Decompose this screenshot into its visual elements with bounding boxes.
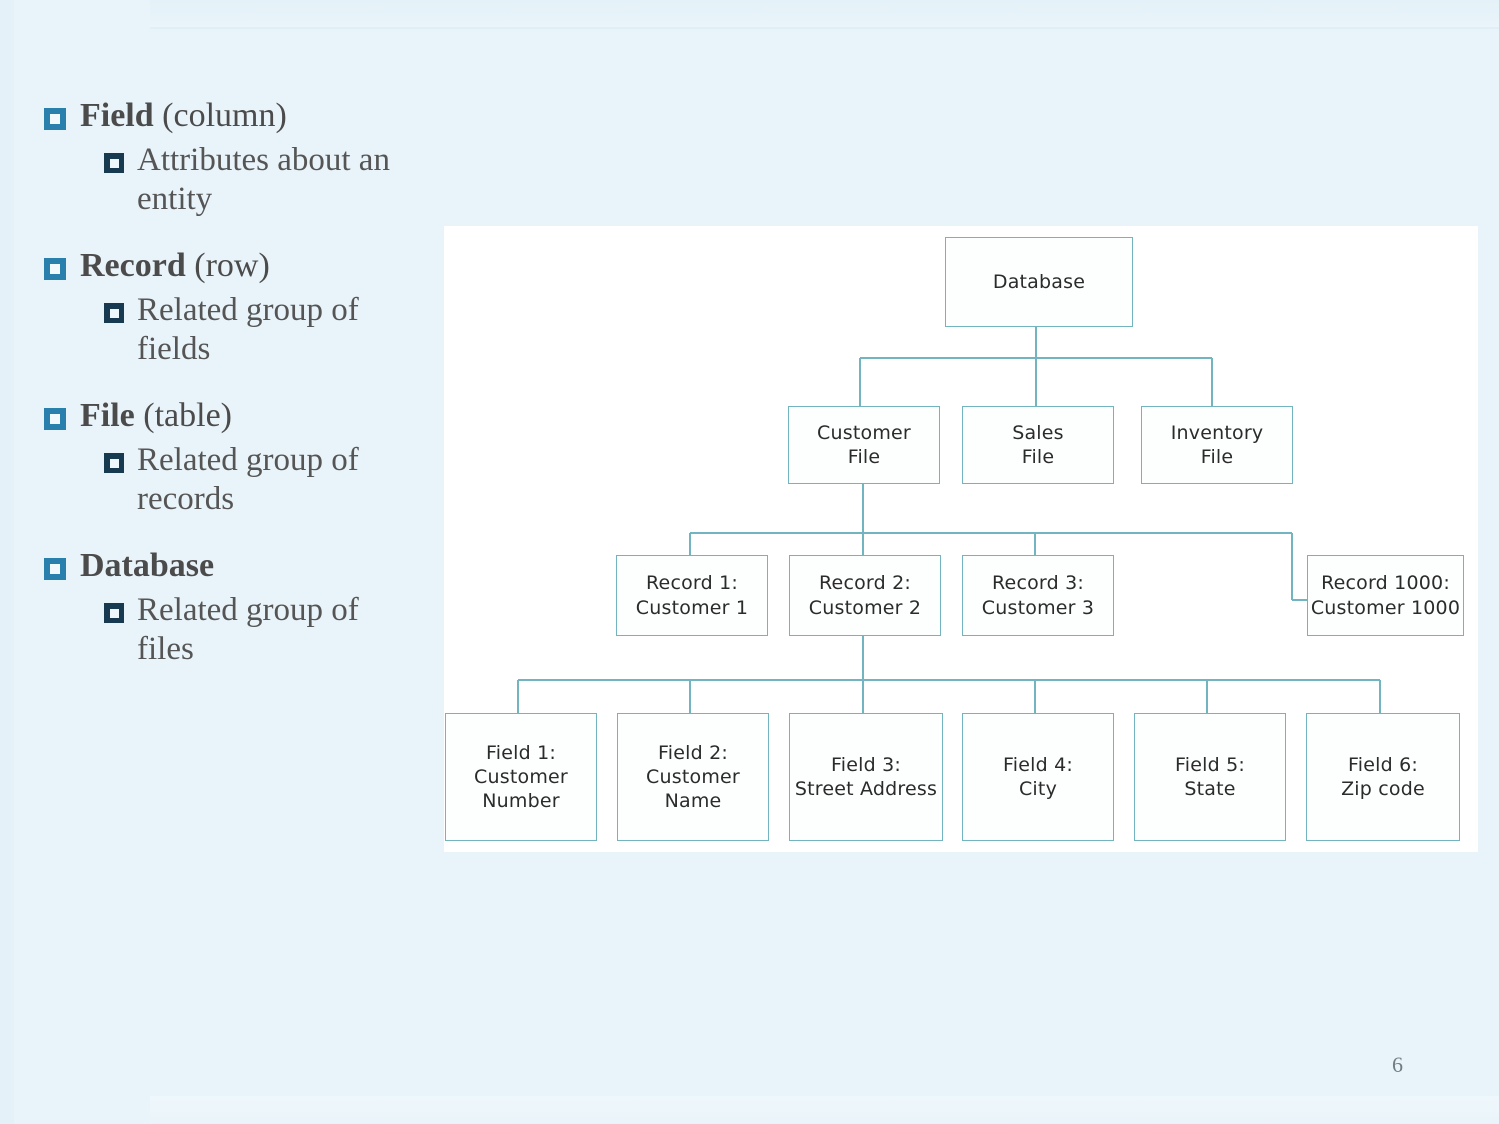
slide-top-divider [150, 27, 1499, 29]
bullet-field-term: Field [80, 97, 154, 134]
bullet-file-qualifier: (table) [134, 396, 232, 434]
diagram-node-field-3: Field 3: Street Address [789, 713, 943, 841]
diagram-node-field-2: Field 2: Customer Name [617, 713, 769, 841]
diagram-node-field-3-line2: Street Address [794, 778, 938, 800]
bullet-file: File (table) [44, 396, 444, 435]
diagram-node-record-1: Record 1: Customer 1 [616, 555, 768, 636]
diagram-node-customer-file-line1: Customer [817, 421, 911, 444]
slide-top-band [150, 0, 1499, 28]
diagram-node-field-4-line1: Field 4: [1003, 753, 1073, 776]
diagram-node-database: Database [945, 237, 1133, 327]
diagram-node-record-2-line2: Customer 2 [808, 596, 922, 619]
diagram-node-field-6: Field 6: Zip code [1306, 713, 1460, 841]
bullet-database-detail: Related group of files [104, 591, 444, 668]
bullet-spacer [44, 374, 444, 396]
diagram-node-field-5-line2: State [1184, 778, 1236, 800]
diagram-node-record-3-line2: Customer 3 [981, 596, 1095, 619]
diagram-node-inventory-file: Inventory File [1141, 406, 1293, 484]
bullet-database: Database [44, 546, 444, 585]
bullet-square-icon [44, 407, 66, 430]
diagram-node-record-1-line2: Customer 1 [635, 596, 749, 619]
diagram-node-field-1-line1: Field 1: [486, 741, 556, 764]
diagram-node-field-3-line1: Field 3: [831, 753, 901, 776]
diagram-node-record-2: Record 2: Customer 2 [789, 555, 941, 636]
database-hierarchy-diagram: Database Customer File Sales File Invent… [444, 226, 1478, 852]
diagram-node-sales-file: Sales File [962, 406, 1114, 484]
bullet-field-qualifier: (column) [153, 97, 287, 134]
diagram-node-field-1-line3: Number [482, 790, 560, 813]
bullet-square-icon [44, 108, 66, 130]
bullet-file-detail-text: Related group of records [137, 442, 359, 517]
diagram-node-inventory-file-line2: File [1200, 446, 1234, 468]
diagram-node-record-3-line1: Record 3: [992, 572, 1084, 595]
bullet-list: Field (column) Attributes about an entit… [44, 96, 444, 674]
bullet-file-term: File [80, 396, 135, 434]
diagram-node-field-1: Field 1: Customer Number [445, 713, 597, 841]
diagram-node-field-2-line3: Name [664, 790, 722, 813]
diagram-node-record-1-line1: Record 1: [646, 572, 738, 595]
bullet-field-text: Field (column) [80, 96, 287, 135]
bullet-file-detail: Related group of records [104, 441, 444, 518]
diagram-node-record-1000-line2: Customer 1000 [1310, 596, 1461, 619]
bullet-field: Field (column) [44, 96, 444, 135]
diagram-node-customer-file: Customer File [788, 406, 940, 484]
diagram-node-inventory-file-line1: Inventory [1170, 421, 1264, 444]
diagram-node-customer-file-line2: File [847, 446, 881, 468]
bullet-square-icon [104, 603, 124, 624]
bullet-record-detail: Related group of fields [104, 291, 444, 368]
bullet-record-text: Record (row) [80, 246, 270, 285]
bullet-record-term: Record [80, 246, 186, 284]
bullet-record-qualifier: (row) [185, 246, 270, 284]
bullet-record: Record (row) [44, 246, 444, 285]
diagram-node-record-3: Record 3: Customer 3 [962, 555, 1114, 636]
diagram-node-field-6-line1: Field 6: [1348, 753, 1418, 776]
bullet-square-icon [44, 557, 66, 580]
bullet-square-icon [104, 453, 124, 474]
diagram-node-record-2-line1: Record 2: [819, 572, 911, 595]
diagram-node-sales-file-line2: File [1021, 446, 1055, 468]
slide-bottom-band [150, 1096, 1499, 1124]
page-number: 6 [1392, 1052, 1403, 1077]
bullet-file-text: File (table) [80, 396, 232, 435]
bullet-record-detail-text: Related group of fields [137, 292, 359, 367]
diagram-node-field-5-line1: Field 5: [1175, 753, 1245, 776]
bullet-square-icon [104, 153, 124, 174]
bullet-field-detail: Attributes about an entity [104, 141, 444, 218]
diagram-node-field-1-line2: Customer [474, 765, 568, 788]
diagram-node-sales-file-line1: Sales [1012, 421, 1064, 444]
bullet-square-icon [44, 257, 66, 280]
diagram-node-field-4: Field 4: City [962, 713, 1114, 841]
bullet-spacer [44, 524, 444, 546]
bullet-square-icon [104, 303, 124, 324]
diagram-node-record-1000: Record 1000: Customer 1000 [1307, 555, 1464, 636]
bullet-database-term: Database [80, 546, 215, 584]
bullet-spacer [44, 224, 444, 246]
diagram-node-field-2-line2: Customer [646, 765, 740, 788]
bullet-database-text: Database [80, 546, 214, 585]
slide-left-edge-band [0, 0, 14, 1124]
diagram-node-record-1000-line1: Record 1000: [1321, 572, 1450, 595]
diagram-node-field-5: Field 5: State [1134, 713, 1286, 841]
diagram-node-database-label: Database [992, 270, 1086, 293]
diagram-node-field-4-line2: City [1018, 778, 1058, 800]
bullet-database-detail-text: Related group of files [137, 592, 359, 667]
diagram-node-field-2-line1: Field 2: [658, 741, 728, 764]
diagram-node-field-6-line2: Zip code [1341, 778, 1425, 800]
bullet-field-detail-text: Attributes about an entity [137, 142, 390, 217]
